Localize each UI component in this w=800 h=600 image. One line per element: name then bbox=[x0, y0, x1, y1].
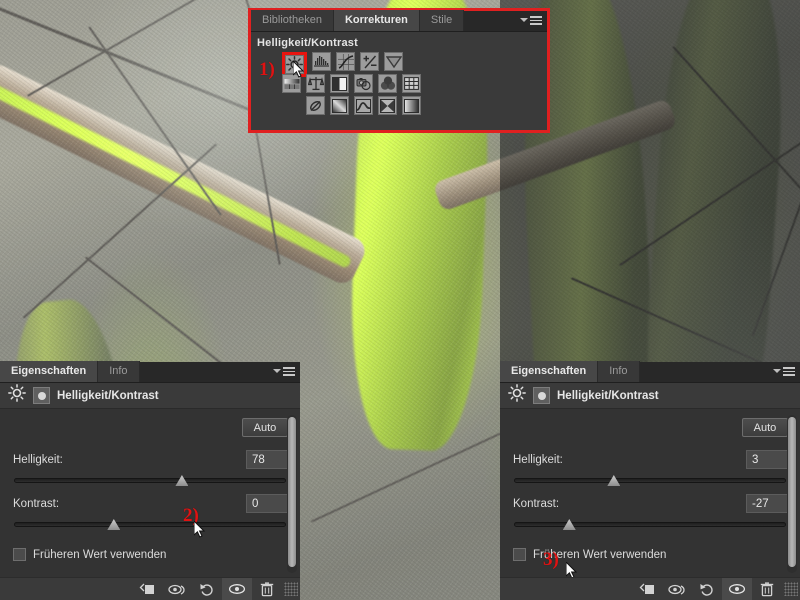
properties-panel-right: Eigenschaften Info Helligkeit/Kontrast A… bbox=[500, 361, 800, 600]
properties-right-tab-bar: Eigenschaften Info bbox=[500, 361, 800, 383]
tab-info-left[interactable]: Info bbox=[98, 361, 140, 382]
brightness-contrast-icon bbox=[508, 384, 526, 407]
layer-mask-thumbnail[interactable] bbox=[533, 387, 550, 404]
brightness-label-left: Helligkeit: bbox=[13, 453, 63, 466]
properties-right-body: Auto Helligkeit: 3 Kontrast: -27 Frühere… bbox=[500, 409, 800, 581]
adjustment-icon-row-3 bbox=[306, 96, 547, 115]
contrast-label-right: Kontrast: bbox=[513, 497, 560, 510]
clip-to-layer-icon[interactable] bbox=[132, 578, 162, 600]
adjustment-icon-row-2 bbox=[282, 74, 547, 93]
properties-right-scrollbar[interactable] bbox=[787, 415, 797, 573]
color-lookup-icon[interactable] bbox=[402, 74, 421, 93]
resize-grip[interactable] bbox=[784, 582, 798, 596]
hamburger-icon bbox=[530, 16, 542, 25]
toggle-visibility-icon[interactable] bbox=[722, 577, 752, 600]
brightness-value-right[interactable]: 3 bbox=[746, 450, 788, 469]
properties-right-footer bbox=[500, 577, 800, 600]
hamburger-icon bbox=[783, 367, 795, 376]
tab-eigenschaften-left[interactable]: Eigenschaften bbox=[0, 361, 99, 382]
properties-panel-left: Eigenschaften Info Helligkeit/Kontrast A… bbox=[0, 361, 300, 600]
exposure-icon[interactable] bbox=[360, 52, 379, 71]
delete-icon[interactable] bbox=[252, 578, 282, 600]
properties-left-footer bbox=[0, 577, 300, 600]
use-legacy-checkbox-right[interactable] bbox=[513, 548, 526, 561]
tab-eigenschaften-right[interactable]: Eigenschaften bbox=[500, 361, 599, 382]
adjustment-icon-grid bbox=[251, 49, 547, 115]
adjustments-tab-bar: Bibliotheken Korrekturen Stile bbox=[251, 10, 547, 32]
tab-info-right[interactable]: Info bbox=[598, 361, 640, 382]
chevron-down-icon bbox=[273, 369, 281, 374]
color-balance-icon[interactable] bbox=[306, 74, 325, 93]
contrast-track-right[interactable] bbox=[514, 522, 786, 527]
selective-color-icon[interactable] bbox=[378, 96, 397, 115]
levels-icon[interactable] bbox=[312, 52, 331, 71]
layer-mask-thumbnail[interactable] bbox=[33, 387, 50, 404]
photo-filter-icon[interactable] bbox=[354, 74, 373, 93]
adjustment-icon-row-1 bbox=[282, 52, 547, 77]
posterize-icon[interactable] bbox=[330, 96, 349, 115]
tab-korrekturen[interactable]: Korrekturen bbox=[333, 10, 420, 31]
tab-stile[interactable]: Stile bbox=[419, 10, 465, 31]
resize-grip[interactable] bbox=[284, 582, 298, 596]
brightness-contrast-icon bbox=[8, 384, 26, 407]
reset-icon[interactable] bbox=[692, 578, 722, 600]
contrast-label-left: Kontrast: bbox=[13, 497, 60, 510]
contrast-value-right[interactable]: -27 bbox=[746, 494, 788, 513]
brightness-slider-group-left: Helligkeit: 78 bbox=[13, 450, 288, 488]
toggle-visibility-icon[interactable] bbox=[222, 577, 252, 600]
reset-icon[interactable] bbox=[192, 578, 222, 600]
use-legacy-label-left: Früheren Wert verwenden bbox=[33, 548, 167, 561]
properties-right-title: Helligkeit/Kontrast bbox=[557, 389, 659, 402]
adjustments-panel: Bibliotheken Korrekturen Stile Helligkei… bbox=[248, 8, 550, 133]
screenshot-root: Bibliotheken Korrekturen Stile Helligkei… bbox=[0, 0, 800, 600]
properties-left-scrollbar[interactable] bbox=[287, 415, 297, 573]
contrast-value-left[interactable]: 0 bbox=[246, 494, 288, 513]
gradient-map-icon[interactable] bbox=[402, 96, 421, 115]
annotation-step-1: 1) bbox=[259, 59, 275, 80]
use-legacy-row-left[interactable]: Früheren Wert verwenden bbox=[13, 548, 288, 561]
properties-right-header: Helligkeit/Kontrast bbox=[500, 383, 800, 409]
auto-button-right[interactable]: Auto bbox=[742, 418, 788, 437]
properties-left-header: Helligkeit/Kontrast bbox=[0, 383, 300, 409]
auto-button-left[interactable]: Auto bbox=[242, 418, 288, 437]
black-and-white-icon[interactable] bbox=[330, 74, 349, 93]
hamburger-icon bbox=[283, 367, 295, 376]
mouse-cursor-brightness-slider bbox=[194, 521, 206, 539]
properties-left-body: Auto Helligkeit: 78 Kontrast: 0 Früheren… bbox=[0, 409, 300, 581]
panel-menu-icon[interactable] bbox=[520, 16, 542, 25]
panel-menu-icon[interactable] bbox=[273, 367, 295, 376]
channel-mixer-icon[interactable] bbox=[378, 74, 397, 93]
vibrance-icon[interactable] bbox=[384, 52, 403, 71]
clip-to-layer-icon[interactable] bbox=[632, 578, 662, 600]
tab-bibliotheken[interactable]: Bibliotheken bbox=[251, 10, 334, 31]
panel-menu-icon[interactable] bbox=[773, 367, 795, 376]
delete-icon[interactable] bbox=[752, 578, 782, 600]
brightness-track-right[interactable] bbox=[514, 478, 786, 483]
annotation-step-3: 3) bbox=[543, 549, 559, 570]
brightness-value-left[interactable]: 78 bbox=[246, 450, 288, 469]
brightness-slider-group-right: Helligkeit: 3 bbox=[513, 450, 788, 488]
view-previous-state-icon[interactable] bbox=[662, 578, 692, 600]
properties-left-tab-bar: Eigenschaften Info bbox=[0, 361, 300, 383]
view-previous-state-icon[interactable] bbox=[162, 578, 192, 600]
mouse-cursor-adjustments bbox=[293, 61, 305, 79]
contrast-track-left[interactable] bbox=[14, 522, 286, 527]
threshold-icon[interactable] bbox=[354, 96, 373, 115]
invert-icon[interactable] bbox=[306, 96, 325, 115]
brightness-label-right: Helligkeit: bbox=[513, 453, 563, 466]
brightness-track-left[interactable] bbox=[14, 478, 286, 483]
use-legacy-checkbox-left[interactable] bbox=[13, 548, 26, 561]
adjustments-title: Helligkeit/Kontrast bbox=[257, 37, 358, 49]
contrast-slider-group-left: Kontrast: 0 bbox=[13, 494, 288, 532]
properties-left-title: Helligkeit/Kontrast bbox=[57, 389, 159, 402]
curves-icon[interactable] bbox=[336, 52, 355, 71]
chevron-down-icon bbox=[773, 369, 781, 374]
contrast-slider-group-right: Kontrast: -27 bbox=[513, 494, 788, 532]
chevron-down-icon bbox=[520, 18, 528, 23]
